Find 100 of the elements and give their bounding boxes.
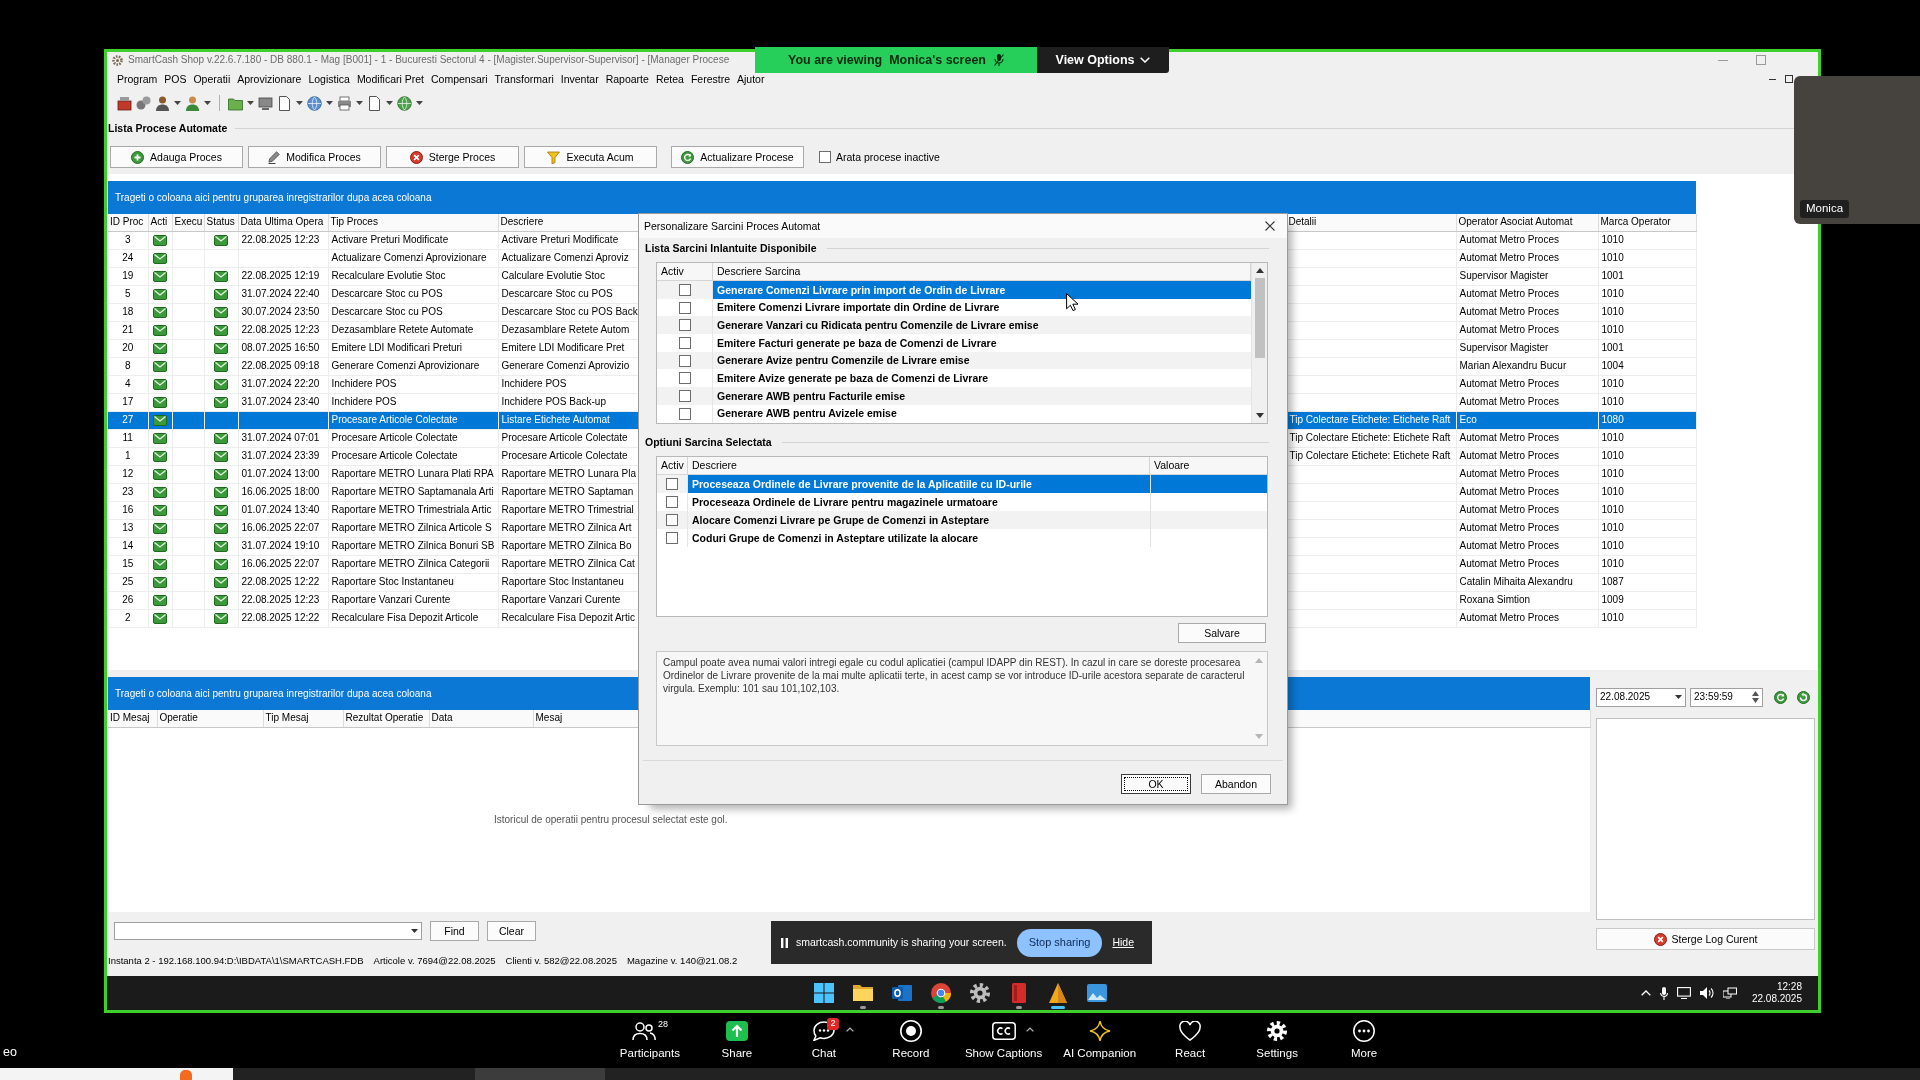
menu-item[interactable]: Logistica bbox=[308, 72, 350, 86]
gear-icon[interactable] bbox=[970, 983, 990, 1003]
chat-icon[interactable] bbox=[812, 1021, 835, 1041]
checkbox[interactable] bbox=[678, 354, 691, 367]
checkbox[interactable] bbox=[666, 496, 678, 508]
chevron-up-icon[interactable] bbox=[1640, 990, 1651, 996]
column-header[interactable]: Data bbox=[429, 710, 533, 727]
menu-item[interactable]: Program bbox=[117, 72, 158, 86]
refresh-icon[interactable] bbox=[1797, 690, 1810, 704]
clear-log-button[interactable]: Sterge Log Curent bbox=[1596, 928, 1815, 950]
checkbox[interactable] bbox=[678, 407, 691, 420]
column-header[interactable]: Execu bbox=[172, 214, 204, 231]
display-icon[interactable] bbox=[1676, 987, 1691, 999]
save-button[interactable]: Salvare bbox=[1178, 623, 1266, 643]
monitor-icon[interactable] bbox=[258, 95, 273, 111]
column-header[interactable]: Operator Asociat Automat bbox=[1456, 214, 1598, 231]
checkbox[interactable] bbox=[666, 514, 678, 526]
scroll-up-icon[interactable] bbox=[1255, 268, 1264, 273]
toolbar-label[interactable]: Chat bbox=[811, 1047, 837, 1061]
checkbox[interactable] bbox=[678, 389, 691, 402]
browser-icon[interactable] bbox=[931, 983, 951, 1003]
menu-item[interactable]: Rapoarte bbox=[605, 72, 649, 86]
menu-item[interactable]: Ajutor bbox=[737, 72, 765, 86]
view-options-button[interactable]: View Options bbox=[1037, 47, 1169, 73]
toolbar-label[interactable]: More bbox=[1351, 1047, 1378, 1061]
edit-button[interactable]: Modifica Proces bbox=[248, 146, 381, 168]
find-button[interactable]: Find bbox=[430, 921, 479, 941]
spinner-icon[interactable] bbox=[1752, 691, 1759, 703]
toolbar-label[interactable]: AI Companion bbox=[1063, 1047, 1137, 1061]
column-header[interactable]: Detalii bbox=[1286, 214, 1456, 231]
column-header[interactable]: ID Proc bbox=[108, 214, 148, 231]
hide-link[interactable]: Hide bbox=[1112, 936, 1135, 949]
app-icon[interactable] bbox=[180, 1070, 192, 1080]
globe-icon[interactable] bbox=[307, 95, 322, 111]
column-header[interactable]: Tip Proces bbox=[328, 214, 498, 231]
column-header[interactable]: Mesaj bbox=[533, 710, 638, 727]
column-header[interactable]: ID Mesaj bbox=[108, 710, 157, 727]
menu-item[interactable]: Aprovizionare bbox=[237, 72, 302, 86]
time-field[interactable]: 23:59:59 bbox=[1690, 687, 1763, 707]
checkbox[interactable] bbox=[678, 319, 691, 332]
restore-icon[interactable] bbox=[1785, 75, 1793, 83]
column-header[interactable]: Activ bbox=[657, 263, 713, 280]
option-row[interactable]: Alocare Comenzi Livrare pe Grupe de Comenzi in Asteptare bbox=[657, 511, 1267, 529]
refresh-button[interactable]: Actualizare Procese bbox=[671, 146, 804, 168]
checkbox[interactable] bbox=[678, 372, 691, 385]
toolbar-label[interactable]: React bbox=[1175, 1047, 1206, 1061]
column-header[interactable]: Operatie bbox=[157, 710, 263, 727]
toolbar-label[interactable]: Show Captions bbox=[964, 1047, 1043, 1061]
caret-icon[interactable] bbox=[204, 101, 211, 105]
menu-item[interactable]: POS bbox=[164, 72, 187, 86]
date-field[interactable]: 22.08.2025 bbox=[1596, 687, 1686, 707]
folder-icon[interactable] bbox=[853, 983, 873, 1003]
column-header[interactable]: Descriere bbox=[688, 457, 1150, 474]
caret-icon[interactable] bbox=[356, 101, 363, 105]
checkbox[interactable] bbox=[678, 336, 691, 349]
mail-icon[interactable] bbox=[892, 983, 912, 1003]
toolbar-label[interactable]: Share bbox=[721, 1047, 753, 1061]
speaker-icon[interactable] bbox=[1699, 987, 1714, 999]
column-header[interactable]: Activ bbox=[657, 457, 688, 474]
caret-icon[interactable] bbox=[326, 101, 333, 105]
checkbox[interactable] bbox=[678, 283, 691, 296]
toolbar-label[interactable]: Settings bbox=[1256, 1047, 1298, 1061]
option-description[interactable]: Proceseaza Ordinele de Livrare pentru magazinele urmatoare bbox=[688, 493, 1150, 511]
refresh-icon[interactable] bbox=[1774, 690, 1787, 704]
network-icon[interactable] bbox=[1722, 987, 1737, 999]
box-icon[interactable] bbox=[117, 95, 132, 111]
search-field[interactable] bbox=[114, 922, 422, 940]
printer-icon[interactable] bbox=[337, 95, 352, 111]
menu-item[interactable]: Ferestre bbox=[690, 72, 730, 86]
caret-icon[interactable] bbox=[247, 101, 254, 105]
add-button[interactable]: Adauga Proces bbox=[110, 146, 243, 168]
checkbox[interactable] bbox=[666, 478, 678, 490]
checkbox[interactable] bbox=[666, 532, 678, 544]
menu-item[interactable]: Compensari bbox=[431, 72, 488, 86]
column-header[interactable]: Valoare bbox=[1150, 457, 1267, 474]
caret-icon[interactable] bbox=[386, 101, 393, 105]
close-icon[interactable] bbox=[1265, 221, 1275, 231]
picture-icon[interactable] bbox=[1087, 983, 1107, 1003]
checkbox[interactable] bbox=[819, 151, 831, 163]
sparkle-icon[interactable] bbox=[1088, 1020, 1111, 1042]
caret-icon[interactable] bbox=[174, 101, 181, 105]
column-header[interactable]: Marca Operator bbox=[1598, 214, 1696, 231]
scroll-down-icon[interactable] bbox=[1255, 413, 1264, 418]
option-description[interactable]: Proceseaza Ordinele de Livrare provenite de la Aplicatiile cu ID-urile bbox=[688, 475, 1150, 493]
microphone-icon[interactable] bbox=[1659, 986, 1668, 1000]
toolbar-label[interactable]: Participants bbox=[619, 1047, 680, 1061]
start-menu-icon[interactable] bbox=[814, 983, 834, 1003]
menu-item[interactable]: Operatii bbox=[193, 72, 231, 86]
column-header[interactable]: Descriere bbox=[498, 214, 638, 231]
globe-icon[interactable] bbox=[397, 95, 412, 111]
run-button[interactable]: Executa Acum bbox=[524, 146, 657, 168]
menu-item[interactable]: Inventar bbox=[560, 72, 599, 86]
option-row[interactable]: Proceseaza Ordinele de Livrare provenite de la Aplicatiile cu ID-urile bbox=[657, 475, 1267, 493]
document-icon[interactable] bbox=[277, 95, 292, 111]
option-description[interactable]: Alocare Comenzi Livrare pe Grupe de Comenzi in Asteptare bbox=[688, 511, 1150, 529]
caret-icon[interactable] bbox=[296, 101, 303, 105]
toolbar-label[interactable]: eo bbox=[3, 1045, 17, 1061]
toolbar-label[interactable]: Record bbox=[892, 1047, 930, 1061]
gears-icon[interactable] bbox=[136, 95, 151, 111]
menu-item[interactable]: Retea bbox=[655, 72, 684, 86]
